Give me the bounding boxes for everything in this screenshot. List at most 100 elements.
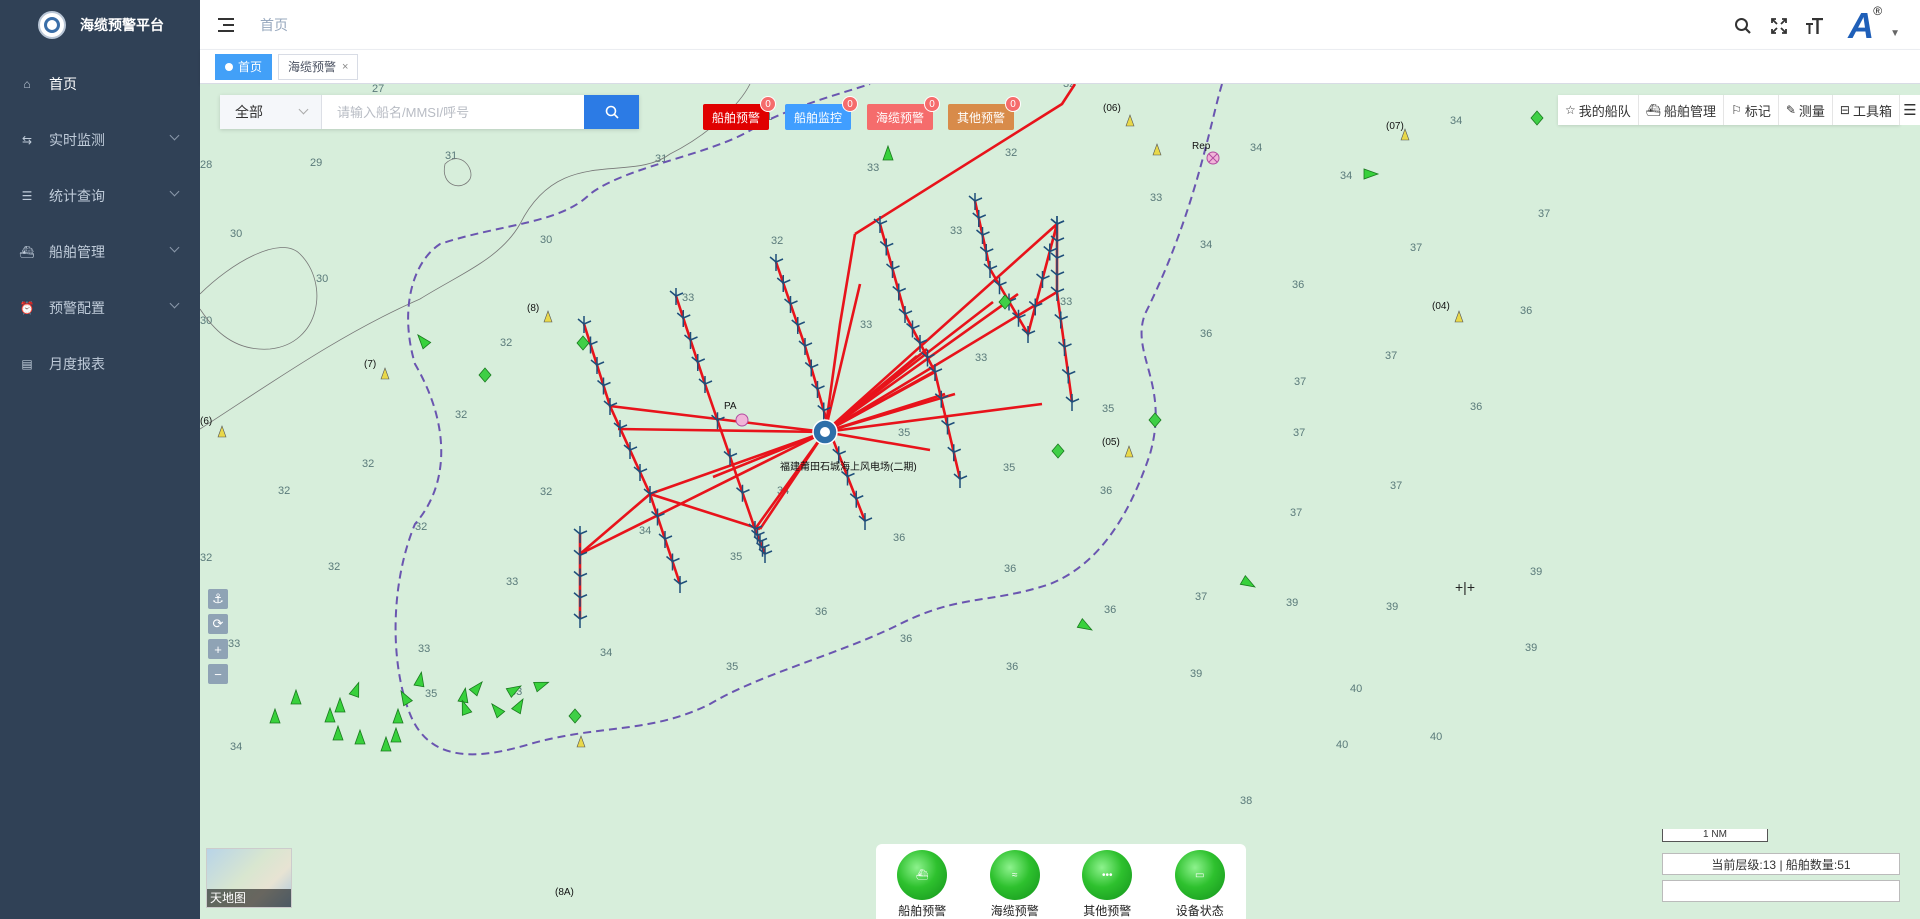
search-type-select[interactable]: 全部	[220, 95, 322, 129]
search-button[interactable]	[584, 95, 639, 129]
user-avatar[interactable]: A ®	[1840, 4, 1882, 46]
sidebar-item-alarm-config[interactable]: ⏰ 预警配置	[0, 280, 200, 336]
wind-turbine-icon	[886, 261, 900, 278]
breadcrumb[interactable]: 首页	[260, 15, 288, 35]
measure-button[interactable]: ✎ 测量	[1779, 95, 1833, 125]
wind-turbine-icon	[1058, 339, 1072, 356]
mark-button[interactable]: ⚐ 标记	[1724, 95, 1779, 125]
depth-sounding: 31	[445, 150, 457, 162]
ship-marker-icon[interactable]	[380, 735, 392, 752]
ship-marker-icon[interactable]	[1076, 617, 1094, 635]
caret-down-icon[interactable]: ▼	[1890, 28, 1900, 39]
ship-marker-icon[interactable]	[1239, 574, 1257, 592]
menu-toggle-icon[interactable]	[218, 17, 236, 32]
zoom-out-icon[interactable]: −	[208, 664, 228, 684]
tag-cable-warning[interactable]: 海缆预警 ×	[278, 53, 359, 80]
chevron-down-icon	[169, 242, 180, 253]
sidebar-item-stats[interactable]: ☰ 统计查询	[0, 168, 200, 224]
bookmark-icon: ⚐	[1731, 103, 1742, 117]
ship-marker-icon[interactable]	[332, 724, 344, 741]
depth-sounding: 33	[506, 576, 518, 588]
depth-sounding: 39	[1525, 642, 1537, 654]
depth-sounding: 37	[1195, 591, 1207, 603]
wind-turbine-icon	[736, 484, 750, 502]
my-fleet-button[interactable]: ☆ 我的船队	[1558, 95, 1639, 125]
ship-marker-icon[interactable]	[324, 706, 336, 723]
ship-alert-button[interactable]: 船舶预警 0	[703, 96, 777, 130]
sidebar-item-realtime[interactable]: ⇆ 实时监测	[0, 112, 200, 168]
depth-sounding: 34	[1200, 239, 1212, 251]
sidebar-item-label: 实时监测	[49, 132, 105, 148]
wind-turbine-icon	[573, 568, 588, 586]
locate-ship-icon[interactable]: ⚓	[208, 589, 228, 609]
ship-marker-icon[interactable]	[269, 707, 281, 724]
refresh-icon[interactable]: ⟳	[208, 614, 228, 634]
font-size-icon[interactable]	[1804, 15, 1826, 37]
wind-turbine-icon	[633, 464, 648, 481]
avatar-logo-icon: A	[1848, 5, 1875, 46]
nautical-map[interactable]: 2730313229313133323334343437373436363637…	[200, 84, 1920, 919]
cable-status-icon: ≈	[989, 850, 1040, 900]
depth-sounding: 34	[230, 741, 242, 753]
sidebar-item-ships[interactable]: ⛴ 船舶管理	[0, 224, 200, 280]
ship-marker-icon[interactable]	[334, 696, 346, 713]
search-input[interactable]	[322, 95, 584, 129]
substation-icon[interactable]	[812, 419, 838, 445]
report-icon: ▤	[21, 357, 33, 371]
ship-alert-status-button[interactable]: ⛴ 船舶预警	[897, 850, 948, 919]
other-alert-button[interactable]: 其他预警 0	[948, 96, 1022, 130]
alert-count-badge: 0	[1005, 96, 1022, 112]
ship-marker-icon[interactable]	[533, 678, 551, 693]
ship-marker-icon[interactable]	[457, 686, 470, 704]
logo-icon	[38, 11, 66, 39]
depth-sounding: 36	[900, 633, 912, 645]
ship-marker-icon[interactable]	[1363, 168, 1380, 180]
wind-turbine-icon	[573, 589, 588, 607]
cable-alert-status-button[interactable]: ≈ 海缆预警	[989, 850, 1040, 919]
ship-marker-icon[interactable]	[397, 689, 414, 707]
other-alert-status-button[interactable]: ••• 其他预警	[1082, 850, 1133, 919]
search-type-value: 全部	[235, 104, 263, 120]
zoom-in-icon[interactable]: +	[208, 639, 228, 659]
sidebar-item-home[interactable]: ⌂ 首页	[0, 56, 200, 112]
buoy-icon	[217, 425, 227, 438]
search-icon[interactable]	[1732, 15, 1754, 37]
ship-marker-icon[interactable]	[392, 707, 404, 724]
ship-marker-icon[interactable]	[468, 679, 486, 697]
depth-sounding: 30	[316, 273, 328, 285]
ship-search: 全部	[220, 95, 639, 129]
fullscreen-icon[interactable]	[1768, 15, 1790, 37]
ship-marker-icon[interactable]	[348, 681, 363, 698]
buoy-icon	[1125, 114, 1135, 127]
ship-icon: ⛴	[19, 245, 35, 259]
close-icon[interactable]: ×	[342, 61, 348, 73]
ship-marker-icon[interactable]	[354, 728, 366, 745]
sidebar: 海缆预警平台 ⌂ 首页 ⇆ 实时监测 ☰ 统计查询 ⛴ 船舶管理 ⏰ 预警配置 …	[0, 0, 200, 919]
ship-management-button[interactable]: ⛴ 船舶管理	[1639, 95, 1725, 125]
tool-label: 我的船队	[1578, 103, 1631, 119]
ship-marker-icon[interactable]	[290, 688, 302, 705]
ship-marker-icon[interactable]	[390, 726, 402, 743]
layers-menu-icon[interactable]: ☰	[1900, 95, 1920, 125]
status-label: 船舶预警	[898, 904, 947, 918]
toolbox-button[interactable]: ⊟ 工具箱	[1833, 95, 1900, 125]
ship-marker-icon[interactable]	[488, 701, 506, 719]
depth-contour	[200, 247, 318, 350]
ship-marker-icon[interactable]	[510, 697, 528, 715]
ship-marker-icon[interactable]	[413, 670, 426, 688]
depth-contour	[443, 158, 472, 187]
ship-marker-icon[interactable]	[414, 332, 432, 350]
ship-marker-icon[interactable]	[882, 144, 894, 161]
chart-canvas[interactable]: 2730313229313133323334343437373436363637…	[200, 84, 1920, 919]
sidebar-item-report[interactable]: ▤ 月度报表	[0, 336, 200, 392]
cable-alert-button[interactable]: 海缆预警 0	[867, 96, 941, 130]
point-label: (8)	[527, 303, 539, 314]
header-tools: A ® ▼	[1732, 4, 1900, 46]
active-dot-icon	[225, 62, 233, 71]
device-status-button[interactable]: ▭ 设备状态	[1174, 850, 1225, 919]
ship-monitor-button[interactable]: 船舶监控 0	[785, 96, 859, 130]
basemap-switch[interactable]: 天地图	[206, 848, 292, 908]
depth-sounding: 38	[1240, 795, 1252, 807]
wind-turbine-icon	[1043, 243, 1058, 261]
tag-home[interactable]: 首页	[215, 53, 273, 80]
